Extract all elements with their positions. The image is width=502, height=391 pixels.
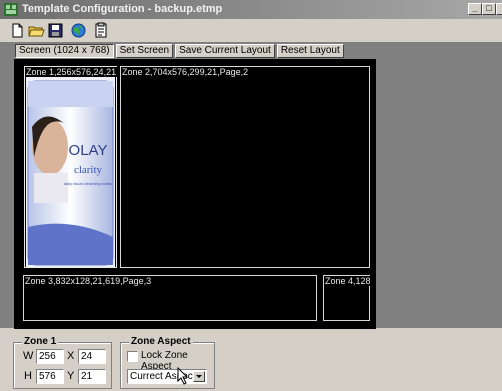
zone-2[interactable]: Zone 2,704x576,299,21,Page,2 — [120, 66, 370, 268]
aspect-select[interactable]: Currect Aspect — [127, 369, 207, 384]
chevron-down-icon[interactable] — [193, 371, 205, 382]
reset-layout-button[interactable]: Reset Layout — [276, 44, 344, 58]
y-label: Y — [67, 370, 75, 382]
toolbar — [0, 19, 502, 42]
close-button[interactable] — [496, 3, 502, 15]
zone-4-label: Zone 4,128 — [324, 276, 370, 286]
properties-panel: Zone 1 W 256 X 24 H 576 Y 21 Zone Aspect… — [0, 330, 502, 391]
x-label: X — [67, 350, 75, 362]
zone-4[interactable]: Zone 4,128 — [323, 275, 370, 321]
height-field[interactable]: 576 — [36, 369, 64, 384]
new-file-icon — [12, 23, 23, 38]
zone-3-label: Zone 3,832x128,21,619,Page,3 — [24, 276, 152, 286]
open-button[interactable] — [28, 22, 45, 39]
title-bar[interactable]: Template Configuration - backup.etmp _ □ — [0, 0, 502, 19]
zone-group-title: Zone 1 — [22, 336, 59, 347]
minimize-icon: _ — [472, 3, 478, 13]
window-title: Template Configuration - backup.etmp — [22, 3, 223, 15]
zone-2-label: Zone 2,704x576,299,21,Page,2 — [121, 67, 249, 77]
zone-3[interactable]: Zone 3,832x128,21,619,Page,3 — [23, 275, 317, 321]
width-label: W — [23, 350, 34, 362]
screen-preview: OLAY clarity daily facial cleansing clot… — [14, 59, 376, 329]
zone-aspect-group: Zone Aspect Lock Zone Aspect Currect Asp… — [120, 336, 215, 389]
maximize-button[interactable]: □ — [482, 3, 496, 15]
web-button[interactable] — [70, 22, 87, 39]
product-subtitle: daily facial cleansing cloths — [64, 181, 112, 186]
globe-icon — [71, 23, 86, 38]
save-button[interactable] — [47, 22, 64, 39]
zone-aspect-title: Zone Aspect — [129, 336, 193, 347]
save-layout-button[interactable]: Save Current Layout — [175, 44, 275, 58]
properties-button[interactable] — [92, 22, 109, 39]
product-brand: OLAY — [69, 142, 108, 159]
y-field[interactable]: 21 — [78, 369, 106, 384]
zone-properties-group: Zone 1 W 256 X 24 H 576 Y 21 — [13, 336, 112, 389]
maximize-icon: □ — [486, 3, 492, 13]
zone-1-label: Zone 1,256x576,24,21,Page,1 — [25, 67, 117, 77]
product-line: clarity — [74, 164, 103, 176]
screen-resolution-button[interactable]: Screen (1024 x 768) — [15, 44, 114, 58]
product-image: OLAY clarity daily facial cleansing clot… — [26, 77, 115, 267]
height-label: H — [24, 370, 32, 382]
open-folder-icon — [28, 26, 45, 37]
layout-button-bar: Screen (1024 x 768) Set Screen Save Curr… — [15, 44, 344, 59]
set-screen-button[interactable]: Set Screen — [115, 44, 174, 58]
zone-1[interactable]: OLAY clarity daily facial cleansing clot… — [24, 66, 117, 268]
properties-icon — [95, 22, 107, 38]
app-icon — [4, 3, 18, 16]
minimize-button[interactable]: _ — [468, 3, 482, 15]
pointer-cursor-icon — [177, 367, 189, 385]
lock-zone-aspect-checkbox[interactable] — [127, 351, 138, 362]
new-button[interactable] — [9, 22, 26, 39]
width-field[interactable]: 256 — [36, 349, 64, 364]
x-field[interactable]: 24 — [78, 349, 106, 364]
save-icon — [48, 23, 63, 38]
